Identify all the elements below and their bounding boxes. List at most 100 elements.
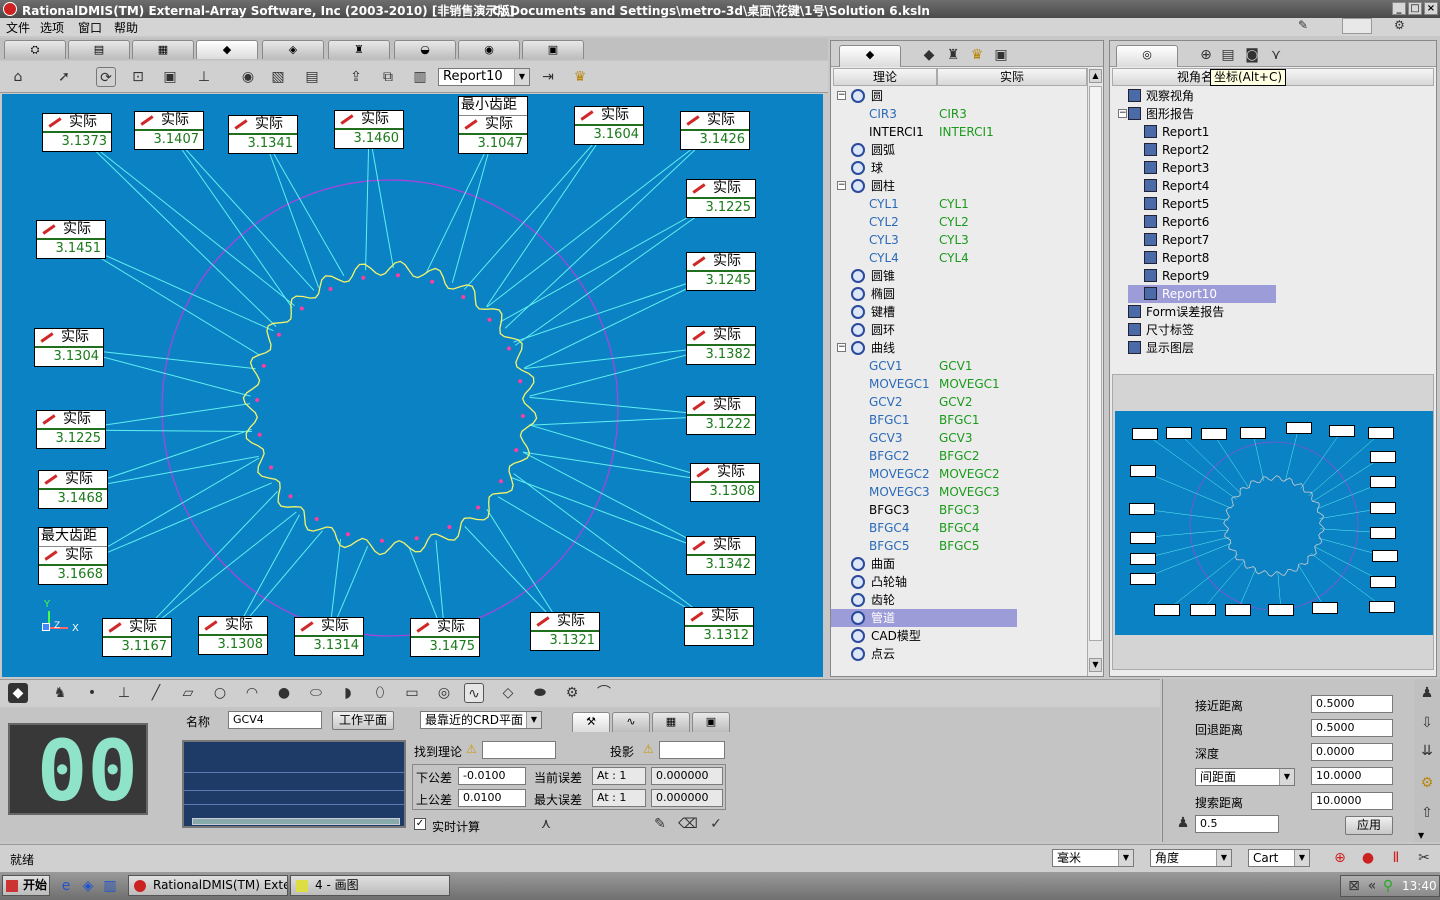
- dimension-label[interactable]: 最大齿距 实际 3.1668: [38, 527, 108, 585]
- camshaft-icon[interactable]: ⬬: [530, 683, 550, 703]
- edit-icon[interactable]: ✎: [650, 814, 670, 834]
- line-icon[interactable]: ╱: [146, 683, 166, 703]
- projection-input[interactable]: [659, 741, 725, 759]
- circle-icon[interactable]: ○: [210, 683, 230, 703]
- tab-file[interactable]: ▤: [68, 40, 130, 59]
- task-paint[interactable]: 4 - 画图: [290, 875, 450, 896]
- tab-graphics[interactable]: ◆: [196, 40, 258, 59]
- window-icon[interactable]: ⧉: [378, 67, 398, 87]
- unit-select[interactable]: 毫米: [1052, 849, 1134, 867]
- view-item[interactable]: Report10: [1128, 285, 1276, 303]
- tree-item[interactable]: 圆弧: [831, 141, 1017, 159]
- depth-input[interactable]: 0.0000: [1311, 743, 1393, 761]
- probe-path-icon[interactable]: ⋏: [536, 814, 556, 834]
- point-icon[interactable]: •: [82, 683, 102, 703]
- tree-item[interactable]: 点云: [831, 645, 1017, 663]
- measure-side-icon[interactable]: ⇊: [1417, 741, 1437, 761]
- tree-item[interactable]: CIR3 CIR3: [831, 105, 1017, 123]
- dimension-label[interactable]: 实际 3.1312: [684, 607, 754, 646]
- report-select[interactable]: Report10: [438, 68, 530, 86]
- search-input[interactable]: 10.0000: [1311, 792, 1393, 810]
- side-scroll-down[interactable]: ▼: [1418, 831, 1424, 840]
- import-icon[interactable]: ⇧: [1417, 803, 1437, 823]
- probe-build-icon[interactable]: ♞: [50, 683, 70, 703]
- maximize-button[interactable]: □: [1408, 2, 1422, 15]
- run-report-icon[interactable]: ⇥: [538, 67, 558, 87]
- probe-icon[interactable]: ♜: [943, 45, 963, 65]
- tab-machine[interactable]: ⛭: [4, 40, 66, 59]
- label-icon[interactable]: ♛: [570, 67, 590, 87]
- scroll-up-button[interactable]: ▲: [1089, 69, 1102, 83]
- col-actual-header[interactable]: 实际: [937, 68, 1087, 86]
- expand-toggle[interactable]: −: [837, 91, 846, 100]
- home-icon[interactable]: ⌂: [8, 67, 28, 87]
- auto-feature-icon[interactable]: ◆: [8, 683, 28, 703]
- tree-item[interactable]: CYL3 CYL3: [831, 231, 1017, 249]
- dimension-label[interactable]: 实际 3.1475: [410, 618, 480, 657]
- view-item[interactable]: Report8: [1110, 249, 1410, 267]
- tree-item[interactable]: CAD模型: [831, 627, 1017, 645]
- cone-icon[interactable]: ◗: [338, 683, 358, 703]
- export-icon[interactable]: ⇪: [346, 67, 366, 87]
- coord-select[interactable]: Cart: [1248, 849, 1310, 867]
- view-item[interactable]: Report9: [1110, 267, 1410, 285]
- download-icon[interactable]: ⇩: [1417, 713, 1437, 733]
- tree-scrollbar[interactable]: ▲ ▼: [1087, 68, 1103, 676]
- fit-view-icon[interactable]: ▣: [160, 67, 180, 87]
- expand-toggle[interactable]: −: [837, 181, 846, 190]
- tree-item[interactable]: 齿轮: [831, 591, 1017, 609]
- measure-icon[interactable]: ⚙: [1394, 18, 1424, 34]
- tree-item[interactable]: GCV3 GCV3: [831, 429, 1017, 447]
- tree-item[interactable]: 球: [831, 159, 1017, 177]
- menu-help[interactable]: 帮助: [114, 19, 138, 36]
- curve-icon[interactable]: ∿: [464, 683, 484, 703]
- arc-icon[interactable]: ◠: [242, 683, 262, 703]
- output-icon[interactable]: ▣: [991, 45, 1011, 65]
- transform-icon[interactable]: ⋎: [1266, 45, 1286, 65]
- dimension-label[interactable]: 实际 3.1451: [36, 220, 106, 259]
- dimension-label[interactable]: 实际 3.1222: [686, 396, 756, 435]
- network-icon[interactable]: ⚲: [1378, 876, 1398, 896]
- expand-toggle[interactable]: −: [837, 343, 846, 352]
- stop-icon[interactable]: ●: [1358, 848, 1378, 868]
- layout-icon[interactable]: ▤: [302, 67, 322, 87]
- dimension-label[interactable]: 实际 3.1245: [686, 252, 756, 291]
- dimension-label[interactable]: 实际 3.1167: [102, 618, 172, 657]
- tab-features[interactable]: ◆: [839, 45, 901, 67]
- task-rationaldmis[interactable]: RationalDMIS(TM) Exter...: [128, 875, 288, 896]
- pipe-icon[interactable]: ⌒: [594, 683, 614, 703]
- tab-curve-output[interactable]: ▣: [692, 712, 730, 732]
- dimension-label[interactable]: 实际 3.1321: [530, 612, 600, 651]
- view-item[interactable]: Report3: [1110, 159, 1410, 177]
- tree-item[interactable]: CYL1 CYL1: [831, 195, 1017, 213]
- lower-tol-input[interactable]: -0.0100: [458, 767, 526, 785]
- zoom-box-icon[interactable]: ⊡: [128, 67, 148, 87]
- dimension-label[interactable]: 实际 3.1304: [34, 328, 104, 367]
- tree-item[interactable]: 键槽: [831, 303, 1017, 321]
- torus-icon[interactable]: ◎: [434, 683, 454, 703]
- realtime-checkbox[interactable]: ✓: [414, 818, 426, 830]
- minimize-button[interactable]: _: [1392, 2, 1406, 15]
- tree-item[interactable]: 圆锥: [831, 267, 1017, 285]
- coordinate-icon[interactable]: ⊕: [1196, 45, 1216, 65]
- tools-icon[interactable]: ✂: [1414, 848, 1434, 868]
- dimension-label[interactable]: 实际 3.1342: [686, 536, 756, 575]
- ellipse-icon[interactable]: ⬯: [370, 683, 390, 703]
- tree-item[interactable]: MOVEGC1 MOVEGC1: [831, 375, 1017, 393]
- gear-icon[interactable]: ⚙: [562, 683, 582, 703]
- dimension-label[interactable]: 实际 3.1225: [36, 410, 106, 449]
- dimension-label[interactable]: 实际 3.1314: [294, 617, 364, 656]
- tree-item[interactable]: BFGC1 BFGC1: [831, 411, 1017, 429]
- pause-icon[interactable]: Ⅱ: [1386, 848, 1406, 868]
- tree-item[interactable]: 曲面: [831, 555, 1017, 573]
- tray-icon[interactable]: ⊠: [1344, 876, 1364, 896]
- tree-item[interactable]: BFGC2 BFGC2: [831, 447, 1017, 465]
- edge-point-icon[interactable]: ⊥: [114, 683, 134, 703]
- crd-plane-select[interactable]: 最靠近的CRD平面: [420, 711, 542, 729]
- tree-item[interactable]: BFGC5 BFGC5: [831, 537, 1017, 555]
- dimension-label[interactable]: 实际 3.1225: [686, 179, 756, 218]
- find-theory-input[interactable]: [482, 741, 556, 759]
- rotate-icon[interactable]: ⟳: [96, 67, 116, 87]
- tree-item[interactable]: − 圆: [831, 87, 1017, 105]
- probe-side-icon[interactable]: ♟: [1417, 683, 1437, 703]
